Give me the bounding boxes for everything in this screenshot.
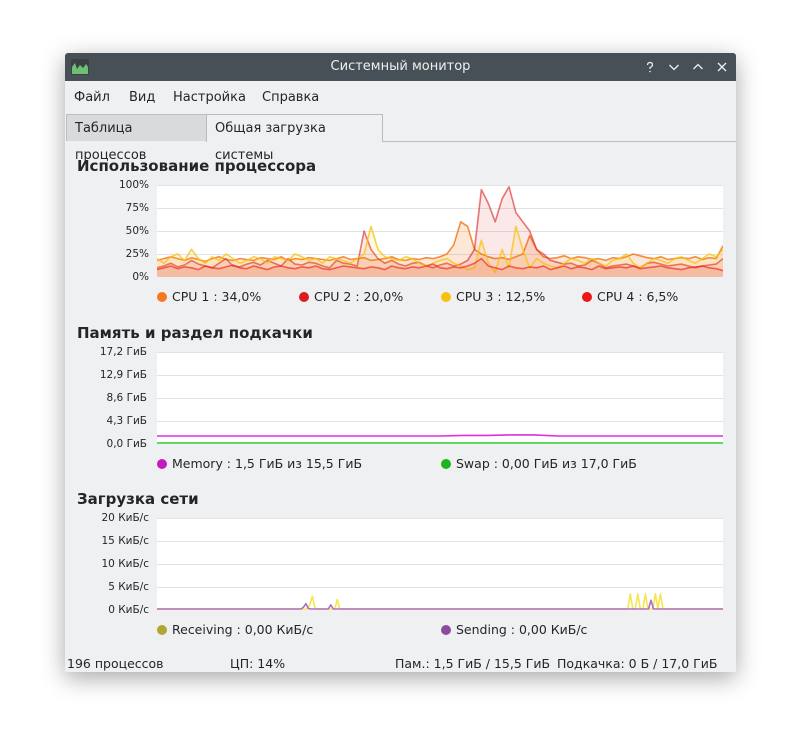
tab-bar: Таблица процессов Общая загрузка системы [65,114,736,163]
tab-system-load[interactable]: Общая загрузка системы [206,114,383,163]
legend-dot [157,459,167,469]
legend-cpu3: CPU 3 : 12,5% [441,289,545,304]
status-memory: Пам.: 1,5 ГиБ / 15,5 ГиБ [395,656,551,671]
legend-cpu1: CPU 1 : 34,0% [157,289,261,304]
memory-y-tick: 4,3 ГиБ [106,415,147,427]
menu-bar: Файл Вид Настройка Справка [65,81,736,113]
tab-divider [382,141,736,142]
legend-label: Swap : 0,00 ГиБ из 17,0 ГиБ [456,456,637,471]
legend-label: Receiving : 0,00 КиБ/с [172,622,314,637]
legend-dot [157,625,167,635]
legend-cpu2: CPU 2 : 20,0% [299,289,403,304]
legend-label: CPU 4 : 6,5% [597,289,679,304]
menu-settings[interactable]: Настройка [173,90,246,105]
menu-help[interactable]: Справка [262,90,319,105]
legend-sending: Sending : 0,00 КиБ/с [441,622,587,637]
title-bar: Системный монитор [65,53,736,81]
cpu-usage-chart [157,185,723,277]
legend-swap: Swap : 0,00 ГиБ из 17,0 ГиБ [441,456,637,471]
legend-label: CPU 3 : 12,5% [456,289,546,304]
cpu-section-title: Использование процессора [77,157,317,175]
help-icon[interactable] [640,57,660,77]
memory-section-title: Память и раздел подкачки [77,324,313,342]
window-title: Системный монитор [330,59,471,74]
cpu-y-tick: 50% [125,225,149,237]
network-y-tick: 20 КиБ/с [101,512,150,524]
legend-label: Memory : 1,5 ГиБ из 15,5 ГиБ [172,456,363,471]
menu-file[interactable]: Файл [74,90,110,105]
legend-memory: Memory : 1,5 ГиБ из 15,5 ГиБ [157,456,362,471]
status-swap: Подкачка: 0 Б / 17,0 ГиБ [557,656,718,671]
network-load-chart [157,518,723,610]
legend-label: CPU 1 : 34,0% [172,289,262,304]
series-line-sending [157,599,723,610]
cpu-y-tick: 100% [118,179,149,191]
system-monitor-window: Системный монитор Файл Вид Настройка Спр… [65,53,736,672]
legend-dot [299,292,309,302]
legend-dot [582,292,592,302]
maximize-icon[interactable] [688,57,708,77]
memory-y-tick: 12,9 ГиБ [99,369,147,381]
series-line-memory [157,434,723,437]
network-y-tick: 10 КиБ/с [101,558,150,570]
network-section-title: Загрузка сети [77,490,199,508]
minimize-icon[interactable] [664,57,684,77]
memory-swap-chart [157,352,723,444]
memory-y-tick: 17,2 ГиБ [99,346,147,358]
network-y-tick: 5 КиБ/с [108,581,149,593]
memory-y-tick: 8,6 ГиБ [106,392,147,404]
tab-process-table[interactable]: Таблица процессов [66,114,207,163]
legend-dot [441,292,451,302]
legend-dot [441,625,451,635]
status-cpu: ЦП: 14% [230,656,286,671]
legend-label: Sending : 0,00 КиБ/с [456,622,588,637]
cpu-y-tick: 75% [125,202,149,214]
menu-view[interactable]: Вид [129,90,155,105]
legend-dot [441,459,451,469]
close-icon[interactable] [712,57,732,77]
cpu-y-tick: 0% [132,271,149,283]
cpu-y-tick: 25% [125,248,149,260]
status-processes: 196 процессов [67,656,164,671]
series-line-cpu-1 [157,220,723,263]
network-y-tick: 0 КиБ/с [108,604,149,616]
legend-cpu4: CPU 4 : 6,5% [582,289,678,304]
series-line-receiving [157,593,723,610]
legend-dot [157,292,167,302]
network-y-tick: 15 КиБ/с [101,535,150,547]
legend-receiving: Receiving : 0,00 КиБ/с [157,622,313,637]
legend-label: CPU 2 : 20,0% [314,289,404,304]
memory-y-tick: 0,0 ГиБ [106,438,147,450]
